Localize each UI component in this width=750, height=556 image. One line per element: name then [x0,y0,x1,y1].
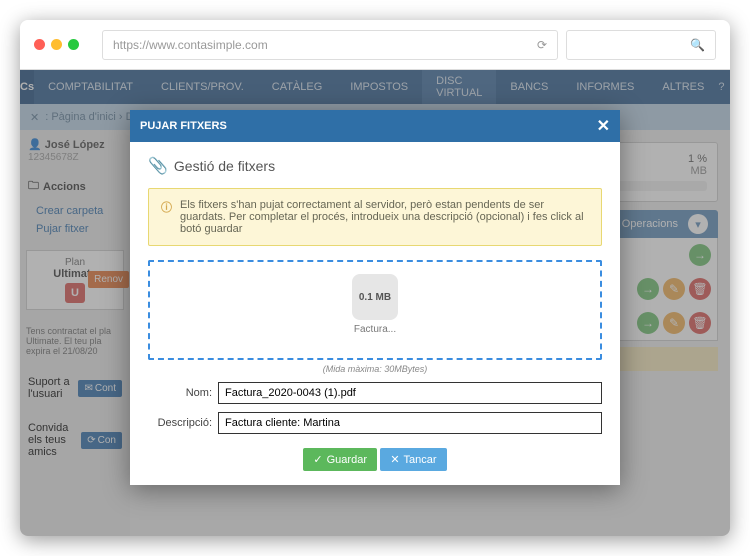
maximize-window-icon[interactable] [68,39,79,50]
guardar-button[interactable]: ✓ Guardar [303,448,377,471]
search-bar[interactable]: 🔍 [566,30,716,60]
url-text: https://www.contasimple.com [113,38,268,52]
alert-message: ⓘ Els fitxers s'han pujat correctament a… [148,188,602,246]
tancar-button[interactable]: ✕ Tancar [380,448,446,471]
modal-header: PUJAR FITXERS ✕ [130,110,620,142]
file-thumb-name: Factura... [354,324,396,335]
descripcio-label: Descripció: [148,417,218,429]
browser-chrome: https://www.contasimple.com ⟳ 🔍 [20,20,730,70]
window-buttons [34,39,79,50]
close-icon[interactable]: ✕ [597,116,610,136]
upload-modal: PUJAR FITXERS ✕ 📎 Gestió de fitxers ⓘ El… [130,110,620,485]
descripcio-input[interactable] [218,412,602,434]
search-icon: 🔍 [690,38,705,52]
modal-title: 📎 Gestió de fitxers [148,156,602,176]
minimize-window-icon[interactable] [51,39,62,50]
file-thumbnail: 0.1 MB [352,274,398,320]
address-bar[interactable]: https://www.contasimple.com ⟳ [102,30,558,60]
modal-header-title: PUJAR FITXERS [140,120,227,132]
nom-label: Nom: [148,387,218,399]
attachment-icon: 📎 [148,156,168,176]
close-window-icon[interactable] [34,39,45,50]
nom-input[interactable] [218,382,602,404]
file-dropzone[interactable]: 0.1 MB Factura... [148,260,602,360]
max-size-note: (Mida màxima: 30MBytes) [148,364,602,374]
refresh-icon[interactable]: ⟳ [537,38,547,52]
info-icon: ⓘ [161,199,172,235]
